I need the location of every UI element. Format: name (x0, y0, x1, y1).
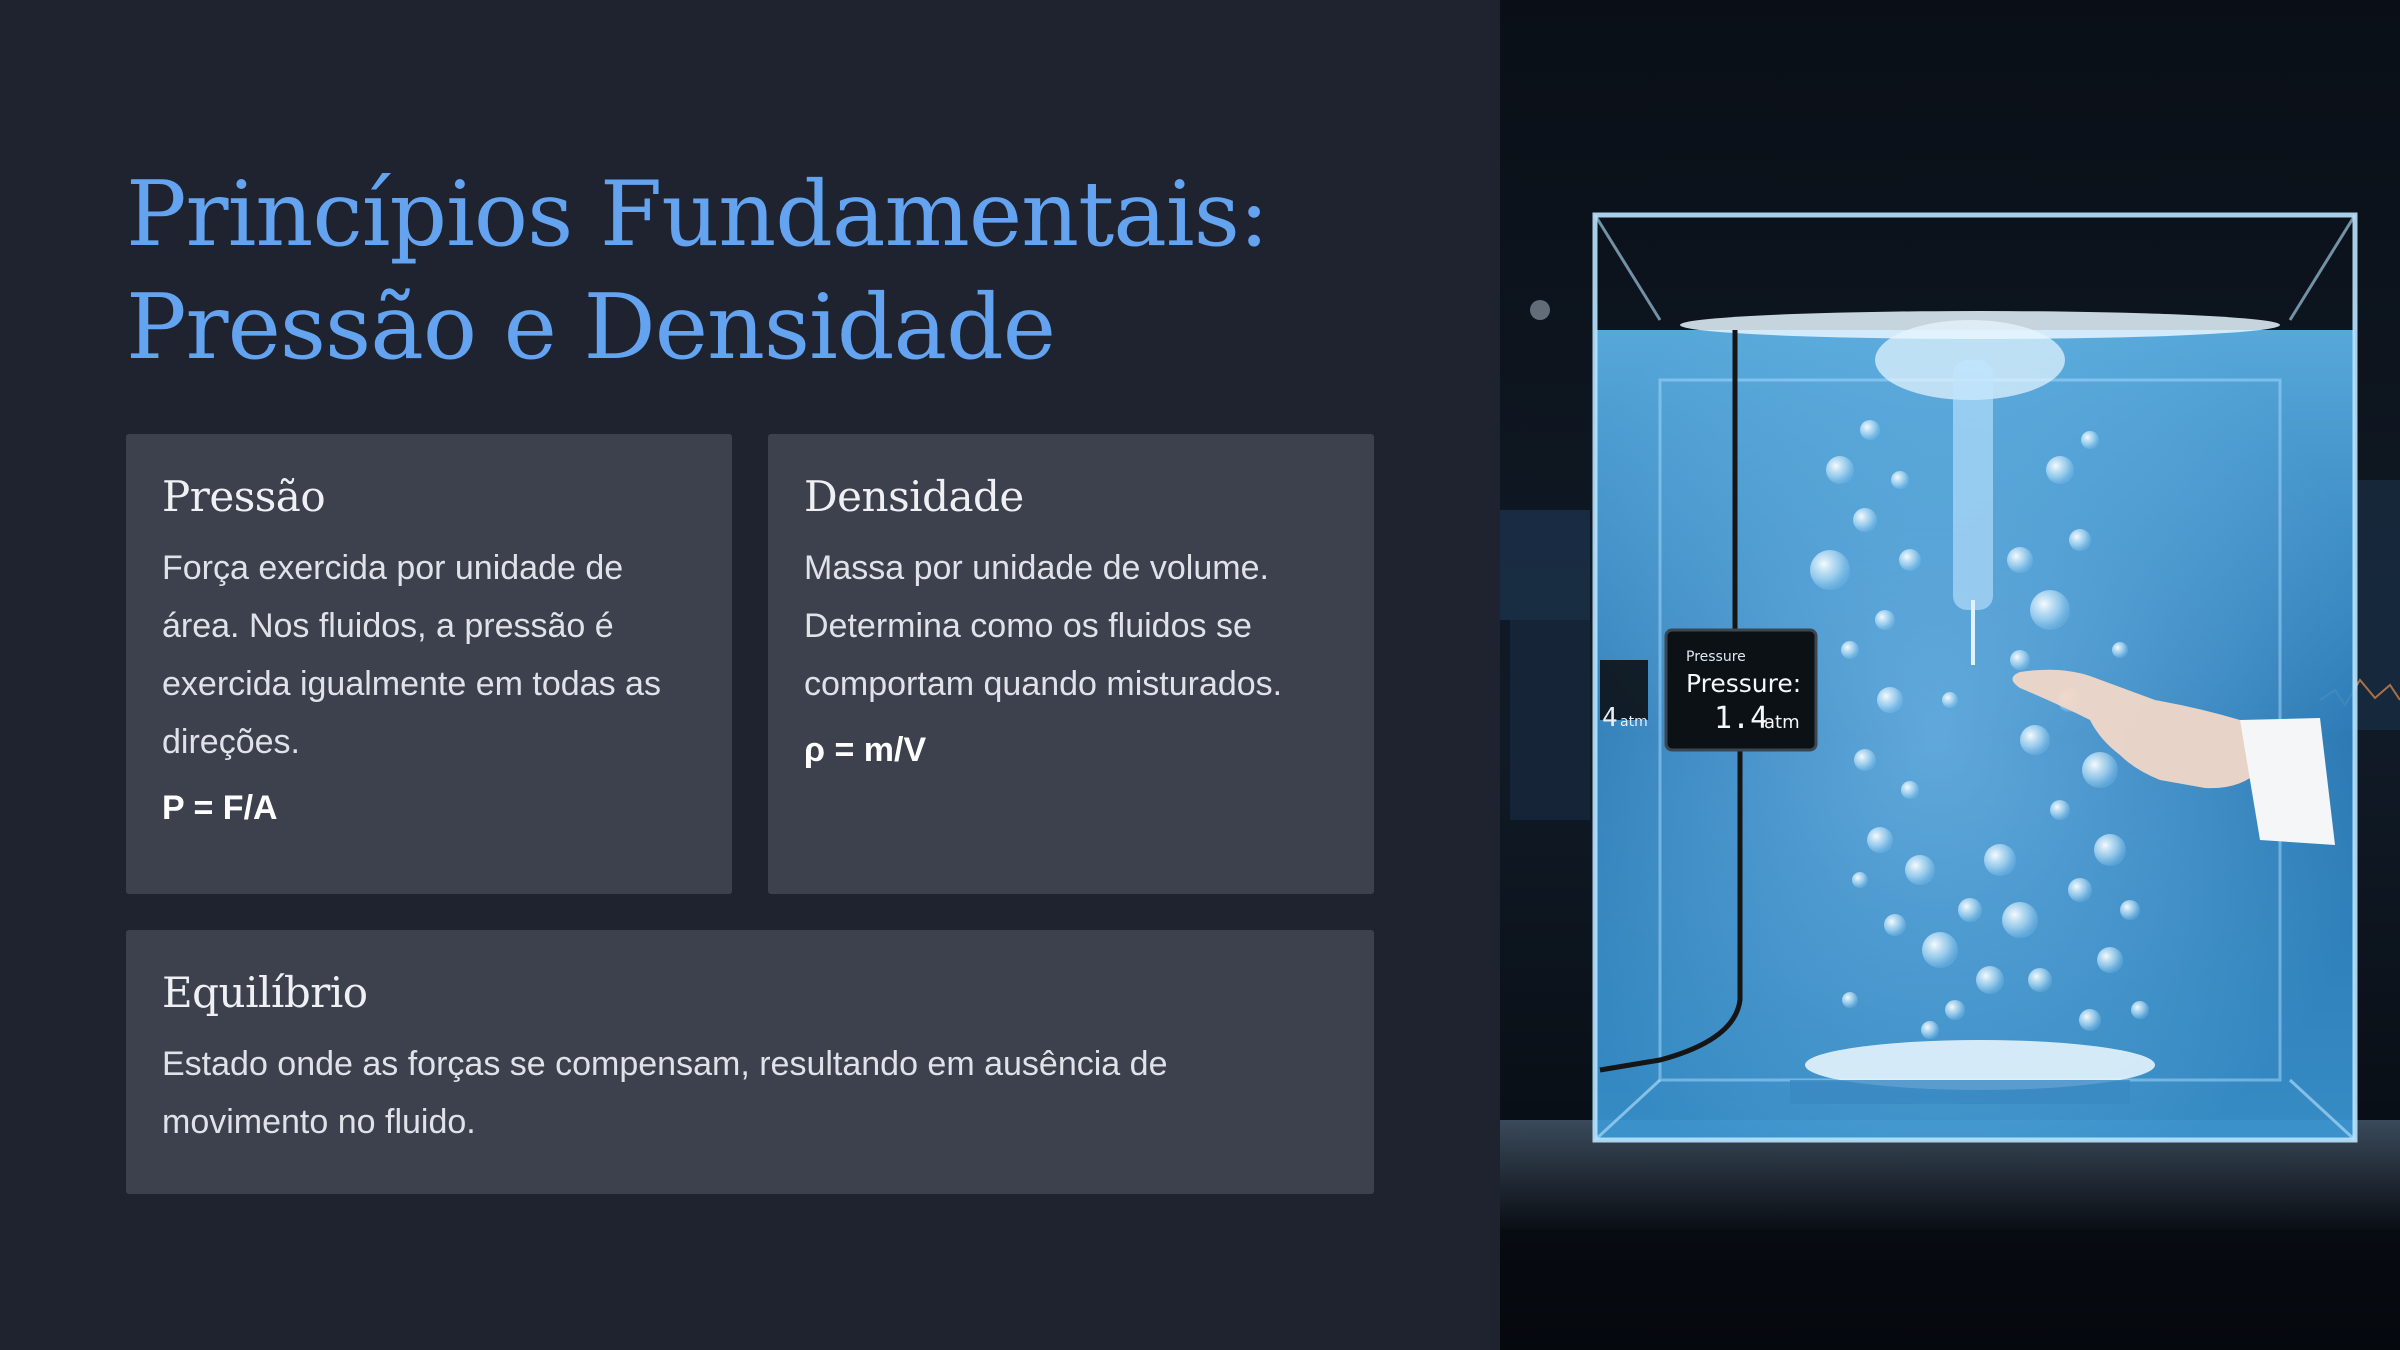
display-value: 1.4 (1714, 701, 1768, 736)
water-tank-photo: Pressure Pressure: 1.4 atm 4 atm (1500, 0, 2400, 1350)
card-densidade: Densidade Massa por unidade de volume. D… (768, 434, 1374, 894)
display-unit: atm (1764, 712, 1800, 733)
card-text: Estado onde as forças se compensam, resu… (162, 1045, 1168, 1141)
card-heading: Densidade (804, 472, 1024, 521)
display-label: Pressure: (1686, 669, 1801, 698)
card-pressao: Pressão Força exercida por unidade de ár… (126, 434, 732, 894)
side-display-unit: atm (1620, 714, 1648, 730)
card-heading: Equilíbrio (162, 968, 368, 1017)
display-small-label: Pressure (1686, 649, 1746, 665)
card-formula: ρ = m/V (804, 731, 927, 769)
card-text: Massa por unidade de volume. Determina c… (804, 549, 1283, 703)
side-display-value: 4 (1602, 703, 1618, 733)
card-text: Força exercida por unidade de área. Nos … (162, 549, 661, 761)
content-panel: Princípios Fundamentais: Pressão e Densi… (0, 0, 1500, 1350)
card-equilibrio: Equilíbrio Estado onde as forças se comp… (126, 930, 1374, 1194)
card-heading: Pressão (162, 472, 326, 521)
slide-title: Princípios Fundamentais: Pressão e Densi… (126, 162, 1269, 380)
card-formula: P = F/A (162, 789, 278, 827)
